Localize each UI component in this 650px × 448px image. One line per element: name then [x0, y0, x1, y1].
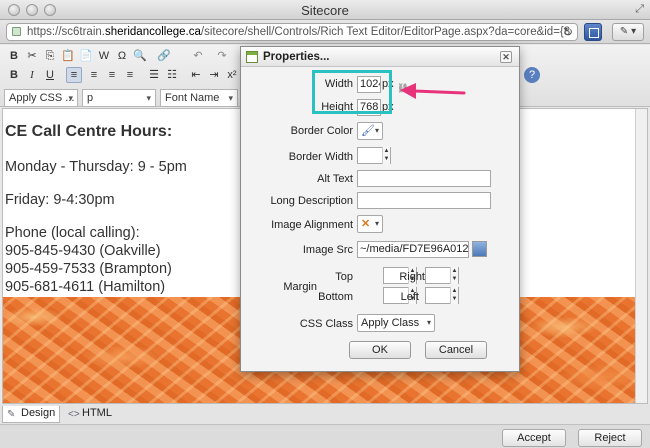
- document-line: 905-681-4611 (Hamilton): [5, 279, 166, 295]
- reject-button[interactable]: Reject: [578, 429, 642, 447]
- dialog-title: Properties...: [263, 51, 330, 63]
- width-height-highlight: [312, 70, 392, 114]
- url-rest: /sitecore/shell/Controls/Rich Text Edito…: [200, 26, 571, 38]
- design-icon: ✎: [7, 409, 16, 420]
- extension-icon[interactable]: [584, 23, 602, 41]
- tools-menu-button[interactable]: ✎ ▾: [612, 23, 644, 41]
- paste-icon[interactable]: 📋: [60, 48, 76, 64]
- bold-icon[interactable]: B: [6, 48, 22, 64]
- superscript-icon[interactable]: x²: [224, 67, 240, 83]
- document-line: Monday - Thursday: 9 - 5pm: [5, 159, 187, 175]
- properties-icon: [246, 51, 258, 63]
- paragraph-style-select[interactable]: p ▾: [82, 89, 156, 107]
- no-alignment-icon: ✕: [361, 218, 371, 230]
- help-icon[interactable]: ?: [524, 67, 540, 83]
- margin-left-label: Left: [400, 291, 419, 303]
- margin-left-spinner[interactable]: ▲ ▼: [450, 287, 458, 304]
- document-line: Friday: 9-4:30pm: [5, 192, 115, 208]
- align-right-icon[interactable]: ≡: [104, 67, 120, 83]
- align-center-icon[interactable]: ≡: [86, 67, 102, 83]
- margin-top-label: Top: [335, 271, 353, 283]
- tab-design[interactable]: ✎ Design: [2, 406, 61, 423]
- lock-icon: [12, 27, 21, 36]
- css-class-label: CSS Class: [299, 318, 353, 330]
- image-alignment-label: Image Alignment: [271, 219, 353, 231]
- url-prefix: https://sc6train.: [27, 26, 105, 38]
- fullscreen-icon[interactable]: ⤢: [635, 3, 644, 16]
- cut-icon[interactable]: ✂: [24, 48, 40, 64]
- border-width-spinner[interactable]: ▲ ▼: [382, 147, 390, 164]
- underline-button[interactable]: U: [42, 67, 58, 83]
- mode-bar: ✎ Design <> HTML: [0, 404, 650, 424]
- paste-word-icon[interactable]: W: [96, 48, 112, 64]
- close-icon[interactable]: ✕: [500, 51, 512, 63]
- margin-right-spinner[interactable]: ▲ ▼: [450, 267, 458, 284]
- margin-right-label: Right: [399, 271, 425, 283]
- bold-button[interactable]: B: [6, 67, 22, 83]
- image-alignment-select[interactable]: ✕ ▾: [357, 215, 383, 233]
- undo-icon[interactable]: ↶: [190, 48, 206, 64]
- document-heading: CE Call Centre Hours:: [5, 123, 173, 140]
- cancel-button[interactable]: Cancel: [425, 341, 487, 359]
- copy-icon[interactable]: ⎘: [42, 48, 58, 64]
- italic-button[interactable]: I: [24, 67, 40, 83]
- hyperlink-icon[interactable]: 🔗: [156, 48, 172, 64]
- alt-text-input[interactable]: [357, 170, 491, 187]
- paint-bucket-icon: 🖌: [361, 125, 375, 137]
- address-bar: https://sc6train.sheridancollege.ca/site…: [0, 20, 650, 44]
- url-field[interactable]: https://sc6train.sheridancollege.ca/site…: [6, 23, 578, 41]
- redo-icon[interactable]: ↷: [214, 48, 230, 64]
- document-line: 905-459-7533 (Brampton): [5, 261, 172, 277]
- window-title: Sitecore: [301, 3, 349, 18]
- margin-bottom-label: Bottom: [318, 291, 353, 303]
- alt-text-label: Alt Text: [317, 173, 353, 185]
- tab-html[interactable]: <> HTML: [64, 406, 116, 423]
- dialog-titlebar: Properties... ✕: [241, 47, 519, 67]
- paste-text-icon[interactable]: 📄: [78, 48, 94, 64]
- justify-icon[interactable]: ≡: [122, 67, 138, 83]
- border-color-picker[interactable]: 🖌 ▾: [357, 122, 383, 140]
- pointer-arrow: [400, 83, 466, 99]
- border-color-label: Border Color: [290, 125, 353, 137]
- bullet-list-icon[interactable]: ☰: [146, 67, 162, 83]
- css-class-select[interactable]: Apply Class ▾: [357, 314, 435, 332]
- html-icon: <>: [68, 409, 80, 420]
- image-manager-icon[interactable]: [472, 241, 487, 257]
- reload-icon[interactable]: ↻: [563, 24, 573, 40]
- image-src-input[interactable]: ~/media/FD7E96A0128D: [357, 241, 469, 258]
- find-icon[interactable]: 🔍: [132, 48, 148, 64]
- footer-bar: Accept Reject: [0, 424, 650, 448]
- outdent-icon[interactable]: ⇤: [188, 67, 204, 83]
- ok-button[interactable]: OK: [349, 341, 411, 359]
- long-description-label: Long Description: [270, 195, 353, 207]
- numbered-list-icon[interactable]: ☷: [164, 67, 180, 83]
- border-width-label: Border Width: [288, 151, 353, 163]
- indent-icon[interactable]: ⇥: [206, 67, 222, 83]
- url-host: sheridancollege.ca: [104, 26, 201, 38]
- document-line: 905-845-9430 (Oakville): [5, 243, 161, 259]
- align-left-icon[interactable]: ≡: [66, 67, 82, 83]
- document-scrollbar[interactable]: [635, 109, 647, 403]
- accept-button[interactable]: Accept: [502, 429, 566, 447]
- window-titlebar: Sitecore ⤢: [0, 0, 650, 20]
- long-description-input[interactable]: [357, 192, 491, 209]
- font-name-select[interactable]: Font Name ▾: [160, 89, 238, 107]
- image-src-label: Image Src: [302, 244, 353, 256]
- document-content: CE Call Centre Hours: Monday - Thursday:…: [5, 123, 187, 296]
- spellcheck-icon[interactable]: Ω: [114, 48, 130, 64]
- css-style-select[interactable]: Apply CSS ... ▾: [4, 89, 78, 107]
- document-line: Phone (local calling):: [5, 225, 140, 241]
